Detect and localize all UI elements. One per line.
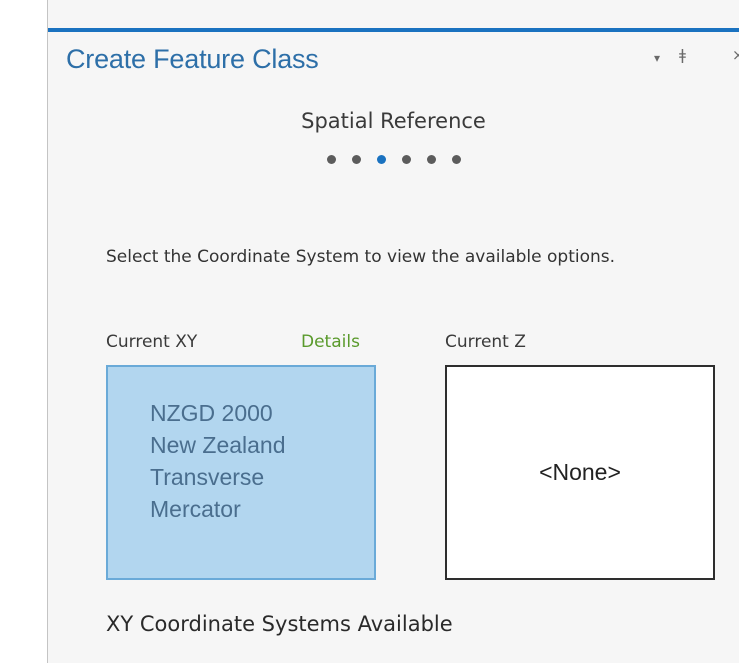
details-link[interactable]: Details: [301, 332, 360, 352]
close-icon[interactable]: ×: [732, 48, 739, 63]
pin-icon[interactable]: ǂ: [679, 48, 686, 63]
instructions-text: Select the Coordinate System to view the…: [106, 247, 616, 267]
wizard-step-dot-5: [426, 155, 436, 164]
current-xy-value-line: Transverse: [150, 464, 265, 490]
current-z-coordinate-system-box[interactable]: <None>: [445, 365, 715, 580]
wizard-step-dot-1: [326, 155, 336, 164]
pane-options-dropdown-icon[interactable]: ▾: [654, 52, 660, 64]
xy-systems-available-heading: XY Coordinate Systems Available: [106, 612, 453, 636]
wizard-step-dot-4: [401, 155, 411, 164]
current-xy-value-line: New Zealand: [150, 432, 286, 458]
current-z-value: <None>: [539, 459, 621, 485]
wizard-step-dot-3: [376, 155, 386, 164]
wizard-step-title: Spatial Reference: [301, 109, 486, 133]
wizard-progress-dots: [48, 155, 739, 164]
pane-title: Create Feature Class: [66, 44, 319, 74]
current-z-label: Current Z: [445, 332, 526, 352]
current-xy-value-line: Mercator: [150, 496, 241, 522]
current-xy-label: Current XY: [106, 332, 198, 352]
create-feature-class-pane: Create Feature Class ▾ ǂ × Spatial Refer…: [47, 0, 739, 663]
pane-titlebar: Create Feature Class ▾ ǂ ×: [48, 32, 739, 82]
wizard-step-dot-2: [351, 155, 361, 164]
wizard-step-dot-6: [451, 155, 461, 164]
current-xy-value-line: NZGD 2000: [150, 400, 273, 426]
current-xy-coordinate-system-box[interactable]: NZGD 2000 New Zealand Transverse Mercator: [106, 365, 376, 580]
